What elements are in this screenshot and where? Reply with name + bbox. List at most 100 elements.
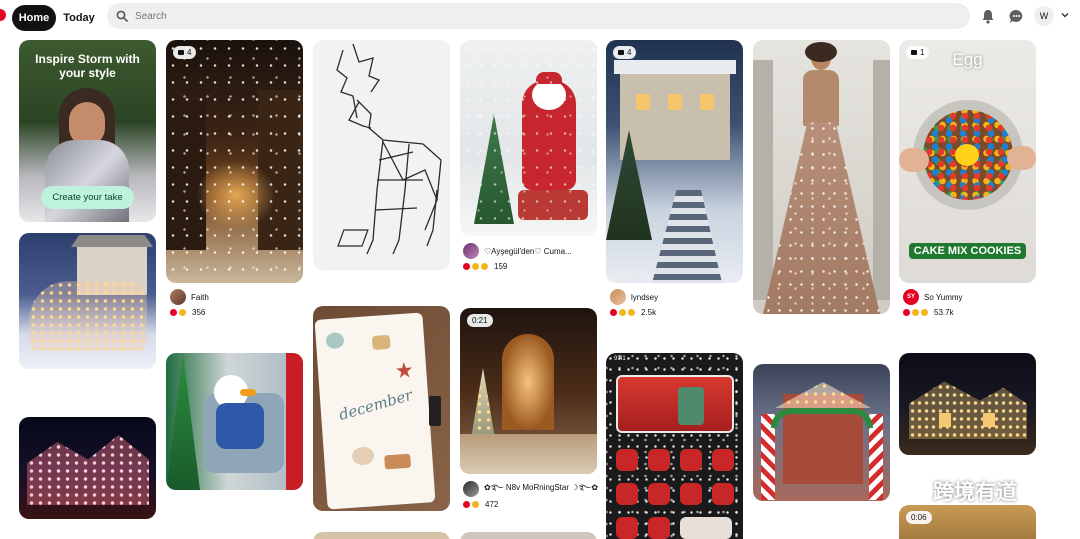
pin-snowy-house[interactable]: 4 (606, 40, 743, 283)
gown-skirt (763, 122, 880, 314)
app-row-1 (616, 449, 734, 473)
search-bar[interactable] (107, 3, 970, 29)
app-cart-icon[interactable] (648, 517, 670, 539)
pinterest-logo[interactable] (0, 9, 6, 21)
pin-snowy-village[interactable]: 4 (166, 40, 303, 283)
video-duration: 0:21 (472, 316, 488, 325)
doodle-scarf (384, 453, 412, 470)
pin-december-journal[interactable]: december (313, 306, 450, 511)
nav-today-button[interactable]: Today (60, 5, 98, 31)
steps (460, 434, 597, 474)
reaction-count: 53.7k (934, 308, 954, 317)
left-hand (899, 148, 929, 172)
gown-bodice (803, 70, 839, 126)
small-widget (680, 517, 732, 539)
heart-icon (170, 309, 177, 316)
heart-icon (903, 309, 910, 316)
app-row-2 (616, 483, 734, 507)
reaction-count: 2.5k (641, 308, 657, 317)
heart-icon (463, 501, 470, 508)
app-row-3 (616, 517, 734, 539)
gown-sparkles (763, 122, 880, 314)
nav-home-button[interactable]: Home (12, 5, 56, 31)
app-grid-icon[interactable] (680, 483, 702, 505)
lit-window (983, 413, 995, 427)
create-your-take-button[interactable]: Create your take (41, 186, 134, 209)
pin-candy-cane-house[interactable] (753, 364, 890, 501)
wow-icon (921, 309, 928, 316)
avatar[interactable] (610, 289, 626, 305)
avatar[interactable]: SY (903, 289, 919, 305)
app-clock-icon[interactable] (616, 449, 638, 471)
messages-button[interactable] (1007, 7, 1025, 25)
pin-gold-gown[interactable] (753, 40, 890, 314)
avatar[interactable] (463, 243, 479, 259)
red-curtain (286, 353, 303, 490)
pin-bottom-c7[interactable]: 0:06 (899, 505, 1036, 539)
pin-author[interactable]: Faith (191, 293, 209, 302)
green-cup (678, 387, 704, 425)
notifications-button[interactable] (979, 7, 997, 25)
duck-shirt (216, 403, 264, 449)
pin-author[interactable]: ✿࿐ N8v MoRningStar ☽࿐✿ (484, 478, 598, 501)
pin-author[interactable]: So Yummy (924, 293, 963, 302)
pin-bottom-c3[interactable] (313, 532, 450, 539)
widget-photo (616, 375, 734, 433)
pin-inspire-promo[interactable]: Inspire Storm with your style Create you… (19, 40, 156, 222)
pin-red-phone-theme[interactable]: 9:41 (606, 353, 743, 539)
doodle-cookie (371, 334, 391, 351)
pin-egg-cookies[interactable]: Egg CAKE MIX COOKIES 1 (899, 40, 1036, 283)
doodle-mug (325, 332, 345, 350)
pin-bottom-c4[interactable] (460, 532, 597, 539)
reaction-count: 356 (192, 308, 206, 317)
app-block-icon[interactable] (616, 483, 638, 505)
app-mail-icon[interactable] (648, 449, 670, 471)
app-instagram-icon[interactable] (712, 483, 734, 505)
falling-snow (166, 40, 303, 283)
profile-avatar-button[interactable]: W (1034, 6, 1054, 26)
model-hair (805, 42, 837, 62)
lit-window (700, 94, 714, 110)
pin-author[interactable]: lyndsey (631, 293, 658, 302)
pin-lit-house[interactable] (19, 417, 156, 519)
pin-author[interactable]: ♡Ayşegül'den♡ Cuma... (484, 247, 572, 256)
house-roof (71, 235, 153, 247)
avatar[interactable] (170, 289, 186, 305)
right-hand (1007, 146, 1036, 170)
app-camera-icon[interactable] (712, 449, 734, 471)
chevron-down-icon[interactable] (1060, 10, 1070, 20)
top-bar: Home Today W (0, 0, 1080, 34)
media-count-badge: 1 (906, 46, 930, 59)
bell-icon (982, 9, 994, 24)
pin-santa-painting[interactable] (460, 40, 597, 236)
search-input[interactable] (135, 10, 935, 22)
camera-icon (911, 50, 917, 55)
app-music-icon[interactable] (616, 517, 638, 539)
wow-icon (472, 501, 479, 508)
journal-title: december (336, 385, 415, 425)
camera-icon (618, 50, 624, 55)
reindeer-sculpture (336, 43, 442, 255)
pin-meta: ✿࿐ N8v MoRningStar ☽࿐✿ 472 (463, 481, 598, 509)
pin-wire-reindeer[interactable] (313, 40, 450, 270)
heart-icon (610, 309, 617, 316)
pin-donald-duck[interactable] (166, 353, 303, 490)
pin-meta: lyndsey 2.5k (610, 289, 658, 317)
egg-yolk (955, 144, 979, 166)
app-weather-icon[interactable] (648, 483, 670, 505)
left-pillar (753, 60, 773, 300)
watermark-text: 跨境有道 (933, 481, 1017, 504)
wow-icon (912, 309, 919, 316)
duck-beak (240, 389, 256, 396)
pin-front-door[interactable]: 0:21 (460, 308, 597, 474)
snowy-roof (614, 60, 736, 74)
media-count: 1 (920, 48, 925, 57)
doodle-star (396, 361, 413, 378)
pin-lit-sleigh[interactable] (19, 233, 156, 369)
pin-night-lit-house[interactable] (899, 353, 1036, 455)
portrait-jacket (45, 140, 129, 222)
house-facade (620, 70, 730, 160)
avatar[interactable] (463, 481, 479, 497)
wow-icon (619, 309, 626, 316)
app-photos-icon[interactable] (680, 449, 702, 471)
